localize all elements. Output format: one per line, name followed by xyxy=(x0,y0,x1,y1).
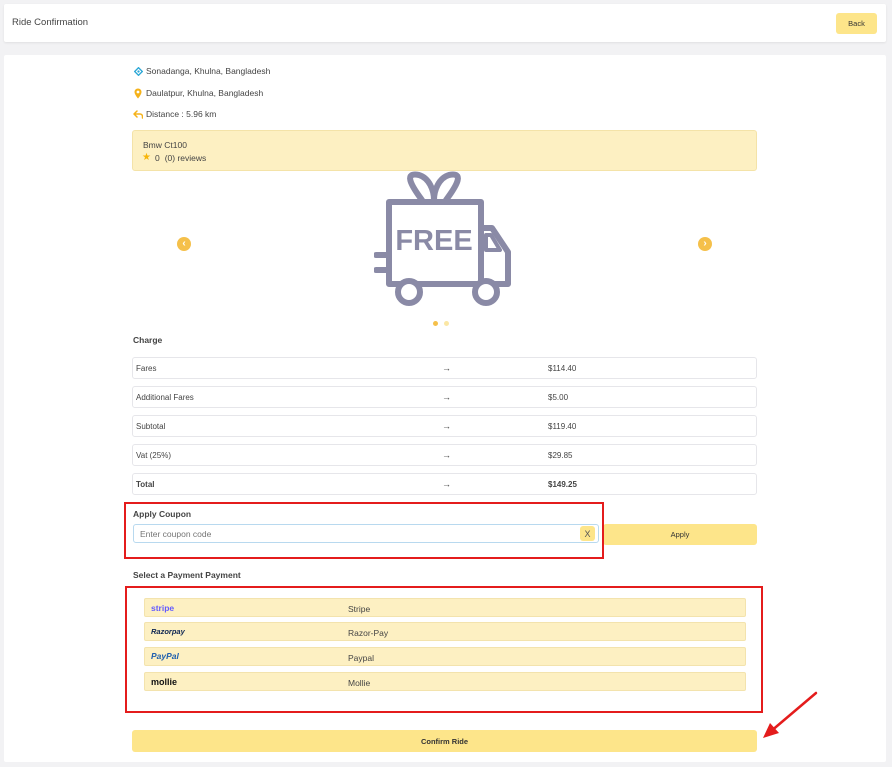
page-title: Ride Confirmation xyxy=(12,17,89,28)
free-delivery-truck-image: FREE xyxy=(374,171,511,306)
star-icon: ★ xyxy=(142,152,151,163)
carousel-dot-2[interactable] xyxy=(444,321,449,326)
vehicle-rating: ★ 0 (0) reviews xyxy=(142,152,206,163)
dropoff-text: Daulatpur, Khulna, Bangladesh xyxy=(146,88,264,98)
arrow-right-icon: → xyxy=(442,421,451,431)
dropoff-location: Daulatpur, Khulna, Bangladesh xyxy=(132,87,263,99)
page-header: Ride Confirmation Back xyxy=(4,4,886,42)
charge-label: Subtotal xyxy=(136,422,166,431)
charge-label: Additional Fares xyxy=(136,393,194,402)
charge-value: $5.00 xyxy=(548,393,569,402)
map-marker-icon xyxy=(132,88,144,99)
carousel-dots xyxy=(433,321,449,326)
charge-label: Fares xyxy=(136,364,157,373)
distance-text: Distance : 5.96 km xyxy=(146,109,217,119)
rating-value: 0 xyxy=(154,152,160,163)
charge-label: Total xyxy=(136,480,155,489)
carousel-next-button[interactable]: › xyxy=(698,237,712,251)
confirm-ride-button[interactable]: Confirm Ride xyxy=(132,730,757,752)
route-icon xyxy=(132,109,144,119)
arrow-right-icon: → xyxy=(442,392,451,402)
annotation-arrow-icon xyxy=(763,691,818,738)
charge-title: Charge xyxy=(133,335,163,345)
arrow-right-icon: → xyxy=(442,450,451,460)
charge-row-vat: Vat (25%) → $29.85 xyxy=(132,444,757,466)
charge-value: $149.25 xyxy=(548,480,577,489)
charge-label: Vat (25%) xyxy=(136,451,171,460)
vehicle-name: Bmw Ct100 xyxy=(143,140,187,150)
coupon-highlight-box xyxy=(124,502,604,559)
pickup-text: Sonadanga, Khulna, Bangladesh xyxy=(146,66,271,76)
arrow-right-icon: → xyxy=(442,479,451,489)
pickup-pin-icon xyxy=(132,66,144,76)
charge-row-subtotal: Subtotal → $119.40 xyxy=(132,415,757,437)
vehicle-info: Bmw Ct100 ★ 0 (0) reviews xyxy=(132,130,757,171)
charge-row-total: Total → $149.25 xyxy=(132,473,757,495)
carousel-dot-1[interactable] xyxy=(433,321,438,326)
charge-value: $119.40 xyxy=(548,422,577,431)
arrow-right-icon: → xyxy=(442,363,451,373)
payment-highlight-box xyxy=(125,586,763,713)
back-button[interactable]: Back xyxy=(836,13,877,34)
review-count: (0) reviews xyxy=(164,152,207,163)
pickup-location: Sonadanga, Khulna, Bangladesh xyxy=(132,65,270,77)
truck-image-text: FREE xyxy=(395,225,472,257)
charge-row-additional-fares: Additional Fares → $5.00 xyxy=(132,386,757,408)
charge-value: $114.40 xyxy=(548,364,577,373)
distance-row: Distance : 5.96 km xyxy=(132,108,216,120)
carousel-prev-button[interactable]: ‹ xyxy=(177,237,191,251)
payment-title: Select a Payment Payment xyxy=(133,570,241,580)
charge-row-fares: Fares → $114.40 xyxy=(132,357,757,379)
apply-coupon-button[interactable]: Apply xyxy=(603,524,757,545)
charge-value: $29.85 xyxy=(548,451,573,460)
